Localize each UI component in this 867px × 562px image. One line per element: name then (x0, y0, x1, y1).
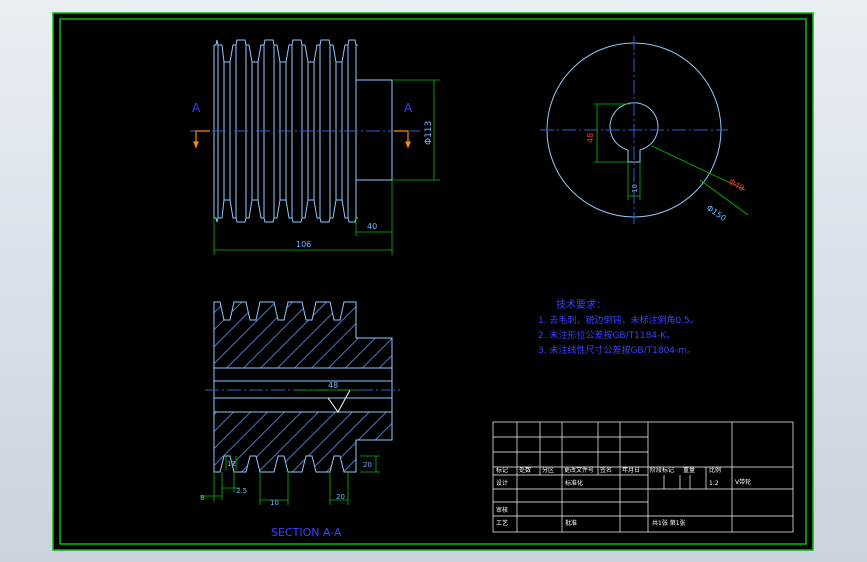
note-item-3: 3. 未注线性尺寸公差按GB/T1804-m。 (538, 344, 696, 356)
tb-label-mark: 标记 (496, 466, 508, 474)
tb-label-weight: 重量 (683, 466, 695, 474)
tb-sheet-info: 共1张 第1张 (652, 519, 686, 527)
note-item-1: 1. 去毛刺，锐边倒钝，未标注倒角0.5。 (538, 314, 699, 326)
tb-label-process: 工艺 (496, 519, 508, 527)
dim-groove-depth: 12 (227, 460, 236, 468)
section-title: SECTION A-A (271, 526, 342, 539)
dim-taper: 2.5 (236, 487, 247, 495)
tb-label-date: 年月日 (622, 466, 640, 474)
tb-label-scale: 比例 (709, 466, 721, 474)
dim-bore: 48 (328, 381, 338, 390)
dim-end-width: 20 (336, 493, 345, 501)
dim-keyway-width: 10 (631, 184, 639, 193)
drawing-background (53, 13, 813, 550)
tb-label-signature: 签名 (600, 466, 612, 474)
tb-label-count: 处数 (519, 466, 531, 474)
tb-label-change-doc: 更改文件号 (564, 466, 594, 474)
dim-front-diameter: Φ113 (424, 121, 434, 145)
notes-title: 技术要求： (556, 298, 606, 311)
section-mark-left: A (192, 101, 201, 115)
tb-label-zone: 分区 (542, 466, 554, 474)
dim-overall-length: 106 (296, 240, 311, 249)
dim-keyway-height: 48 (586, 133, 595, 143)
dim-edge: 8 (200, 494, 204, 502)
tb-label-review: 审核 (496, 506, 508, 514)
tb-label-stage: 阶段标记 (650, 466, 674, 474)
tb-drawing-name: V带轮 (735, 478, 751, 486)
dim-hub-length: 40 (367, 222, 377, 231)
tb-label-standardization: 标准化 (565, 479, 583, 487)
note-item-2: 2. 未注形位公差按GB/T1184-K。 (538, 329, 675, 341)
tb-label-design: 设计 (496, 479, 508, 487)
cad-drawing-sheet: A A Φ113 106 40 48 10 Φ48 Φ150 48 20 12 … (52, 12, 814, 551)
tb-scale-value: 1:2 (709, 480, 719, 487)
dim-step: 20 (363, 461, 372, 469)
tb-label-approve: 批准 (565, 519, 577, 527)
section-mark-right: A (404, 101, 413, 115)
dim-groove-pitch: 10 (270, 499, 279, 507)
